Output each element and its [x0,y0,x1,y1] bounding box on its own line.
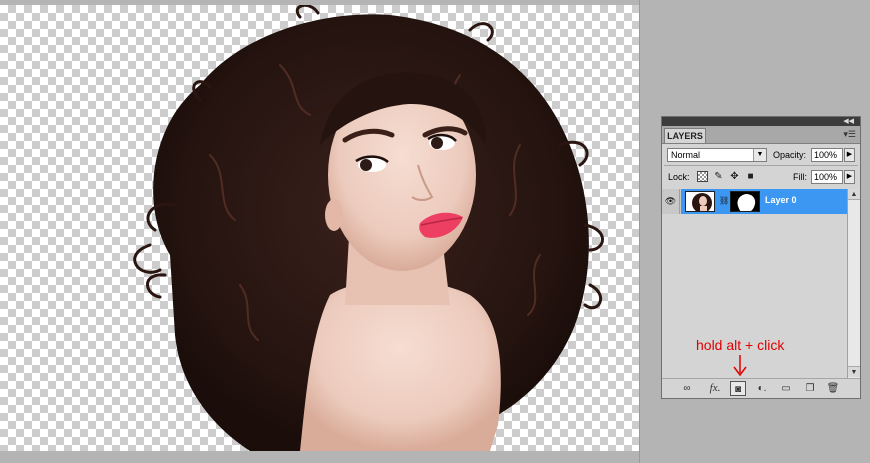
scroll-down-icon[interactable]: ▼ [848,366,860,377]
adjustment-icon[interactable]: ◐. [754,381,770,396]
blend-row: Normal ▼ Opacity: 100% ▶ [662,145,860,165]
lock-position-move-icon[interactable]: ✥ [729,171,740,182]
fx-icon[interactable]: fx. [707,381,723,396]
layers-panel: ◀◀ LAYERS ▾☰ Normal ▼ Opacity: 100% ▶ Lo… [661,116,861,399]
chevron-down-icon[interactable]: ▼ [753,149,766,161]
blend-mode-select[interactable]: Normal ▼ [667,148,767,162]
lock-all-padlock-icon[interactable]: ■ [745,171,756,182]
layer-thumbnail-image [686,192,714,211]
opacity-slider-button[interactable]: ▶ [844,148,855,162]
link-icon[interactable]: ∞ [679,381,695,396]
layers-scrollbar[interactable]: ▲ ▼ [847,189,860,378]
fill-slider-button[interactable]: ▶ [844,170,855,184]
lock-row: Lock: ✎ ✥ ■ Fill: 100% ▶ [662,167,860,187]
new-layer-icon[interactable]: ❐ [802,381,818,396]
trash-icon[interactable]: 🗑 [825,381,841,396]
canvas-edge [639,0,640,463]
layer-row[interactable]: 👁 ⛓ Layer 0 [662,189,847,214]
scroll-up-icon[interactable]: ▲ [848,189,860,200]
divider [664,165,858,166]
lock-label: Lock: [668,172,690,182]
portrait-image [133,5,604,451]
opacity-label: Opacity: [773,150,807,160]
layer-mask-thumbnail[interactable] [730,191,760,212]
add-mask-icon[interactable]: ◙ [730,381,746,396]
layer-mask-shape [731,192,759,211]
document-canvas[interactable] [0,5,639,451]
fill-label: Fill: [793,172,807,182]
lock-transparency-icon[interactable] [697,171,708,182]
fill-input[interactable]: 100% [811,170,843,184]
tab-layers[interactable]: LAYERS [664,128,706,143]
panel-menu-icon[interactable]: ▾☰ [843,129,856,139]
collapse-icon[interactable]: ◀◀ [843,117,854,126]
opacity-input[interactable]: 100% [811,148,843,162]
panel-tab-bar: LAYERS ▾☰ [662,126,860,144]
layer-name[interactable]: Layer 0 [765,195,797,205]
annotation-text: hold alt + click [696,337,785,353]
lock-image-brush-icon[interactable]: ✎ [713,171,724,182]
arrow-down-icon [733,355,747,377]
mask-link-chain-icon[interactable]: ⛓ [719,196,729,205]
layers-bottom-toolbar: ∞ fx. ◙ ◐. ▭ ❐ 🗑 [662,378,860,398]
panel-title-bar[interactable]: ◀◀ [662,117,860,126]
eye-visibility-icon[interactable]: 👁 [662,189,680,214]
blend-mode-value: Normal [671,150,701,160]
group-folder-icon[interactable]: ▭ [778,381,794,396]
layer-thumbnail[interactable] [685,191,715,212]
